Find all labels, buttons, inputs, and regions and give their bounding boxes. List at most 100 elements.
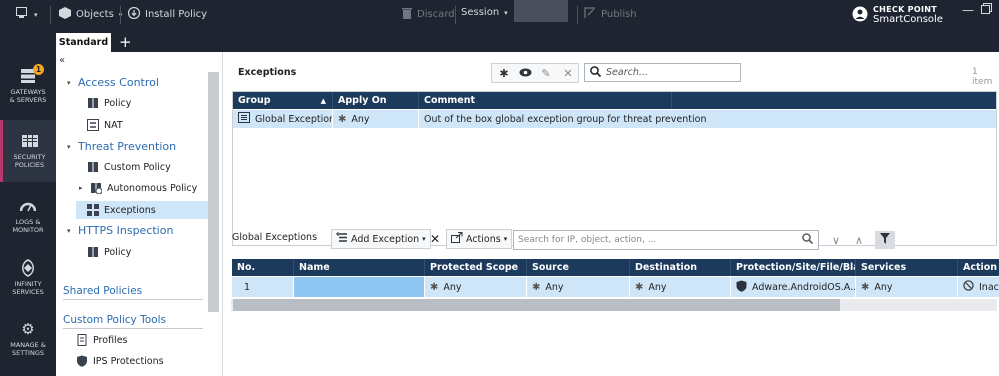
tree-profiles[interactable]: Profiles [76,334,128,346]
search-icon [797,233,818,247]
nav-label: LOGS & [15,218,41,226]
column-header-source[interactable]: Source [527,259,630,276]
table-row[interactable]: 1 ✱ Any ✱ Any ✱ Any Adware.AndroidOS.A..… [232,277,999,297]
tab-standard[interactable]: Standard [56,33,111,52]
nat-icon [87,119,99,131]
column-header-apply-on[interactable]: Apply On [333,92,419,109]
main-panel: Exceptions ✱ ✎ ✕ 1 item Group ▲ Apply On… [223,52,999,376]
cell-protection: Adware.AndroidOS.A... [731,277,856,297]
exceptions-search-input[interactable] [606,67,726,78]
cell-text: Inac [979,281,999,293]
collapse-panel-button[interactable]: « [59,55,65,66]
tree-custom-policy-tools[interactable]: Custom Policy Tools [63,314,166,326]
column-header-comment[interactable]: Comment [419,92,672,109]
tree-ips-protections[interactable]: IPS Protections [76,355,164,367]
nav-label: INFINITY [14,280,42,288]
search-icon [590,65,602,80]
remove-exception-button[interactable]: ✕ [425,230,445,248]
tree-scrollbar[interactable] [208,72,219,312]
new-exception-button[interactable]: ✱ [494,64,514,82]
discard-button[interactable]: Discard [402,7,455,22]
nav-infinity-services[interactable]: INFINITY SERVICES [0,258,56,296]
column-header-action[interactable]: Action [958,259,999,276]
nav-label: SERVICES [12,288,44,296]
exceptions-search[interactable] [584,63,741,82]
infinity-icon [17,258,39,278]
gear-icon: ⚙ [21,320,35,338]
view-button[interactable] [515,64,535,82]
column-header-no[interactable]: No. [232,259,294,276]
tree-threat-prevention[interactable]: ▾ Threat Prevention [67,140,176,153]
nav-label: MANAGE & [10,341,46,349]
cell-text: Any [351,113,370,125]
asterisk-icon: ✱ [499,66,509,80]
cell-action: Inac [958,277,999,297]
install-policy-button[interactable]: Install Policy [127,6,207,22]
brand-line1: CHECK POINT [873,5,937,14]
tree-label: IPS Protections [93,355,164,367]
column-header-destination[interactable]: Destination [630,259,731,276]
cell-name[interactable] [294,277,425,297]
cell-text: Any [874,281,893,293]
delete-button[interactable]: ✕ [558,64,578,82]
tree-access-control[interactable]: ▾ Access Control [67,76,159,89]
exceptions-grid-header: Group ▲ Apply On Comment [233,92,996,109]
menu-icon [16,7,29,22]
find-next-button[interactable]: ∨ [826,231,846,249]
column-header-protection[interactable]: Protection/Site/File/Blade [731,259,856,276]
column-header-group[interactable]: Group ▲ [233,92,333,109]
minimize-button[interactable]: — [962,3,974,17]
actions-menu-button[interactable]: Actions ▾ [446,229,513,249]
tree-custom-policy[interactable]: Custom Policy [87,161,171,173]
global-exceptions-search[interactable] [513,230,819,250]
nav-label: SETTINGS [11,349,44,357]
tree-label: Policy [104,246,132,258]
column-label: Protection/Site/File/Blade [736,262,855,273]
publish-icon [584,7,596,22]
chevron-down-icon: ▾ [504,8,508,17]
objects-menu[interactable]: Objects ▾ [59,7,122,22]
filter-button[interactable] [875,231,895,249]
menu-button[interactable]: ▾ [16,7,38,22]
restore-button[interactable] [981,3,992,17]
policy-book-icon [87,246,99,258]
cell-apply-on: ✱ Any [333,110,419,128]
add-tab-button[interactable]: + [119,33,132,51]
tree-exceptions[interactable]: Exceptions [76,201,208,219]
changes-badge[interactable] [514,0,568,22]
inactive-icon [963,280,974,294]
nav-logs-monitor[interactable]: LOGS & MONITOR [0,196,56,234]
tree-autonomous-policy[interactable]: ▸ Autonomous Policy [79,182,197,195]
item-count: 1 item [972,67,993,87]
column-header-services[interactable]: Services [856,259,958,276]
cell-services: ✱ Any [856,277,958,297]
session-menu[interactable]: Session ▾ [461,7,508,18]
expand-right-icon: ▸ [79,184,83,192]
column-header-protected-scope[interactable]: Protected Scope [425,259,527,276]
nav-label: MONITOR [12,226,44,234]
horizontal-scrollbar[interactable] [233,299,840,311]
divider [63,328,203,329]
checkpoint-logo-icon [852,6,868,25]
tree-https-policy[interactable]: Policy [87,246,131,258]
find-previous-button[interactable]: ∧ [849,231,869,249]
tree-https-inspection[interactable]: ▾ HTTPS Inspection [67,224,173,237]
add-exception-button[interactable]: Add Exception ▾ [331,229,431,249]
column-header-name[interactable]: Name [294,259,425,276]
brand-line2: SmartConsole [873,14,943,25]
nav-gateways-servers[interactable]: GATEWAYS & SERVERS [0,66,56,104]
chevron-down-icon: ▾ [34,10,38,19]
edit-button[interactable]: ✎ [536,64,556,82]
tree-access-policy[interactable]: Policy [87,97,131,109]
tab-standard-label: Standard [58,37,109,48]
tree-nat[interactable]: NAT [87,119,123,131]
tree-shared-policies[interactable]: Shared Policies [63,285,142,297]
nav-manage-settings[interactable]: ⚙ MANAGE & SETTINGS [0,319,56,358]
publish-button[interactable]: Publish [584,7,637,22]
table-row[interactable]: Global Exceptions ✱ Any Out of the box g… [233,110,996,128]
global-exceptions-search-input[interactable] [514,231,797,249]
cell-destination: ✱ Any [630,277,731,297]
any-icon: ✱ [430,281,439,293]
column-label: Comment [424,95,476,106]
nav-security-policies[interactable]: SECURITY POLICIES [0,120,56,182]
